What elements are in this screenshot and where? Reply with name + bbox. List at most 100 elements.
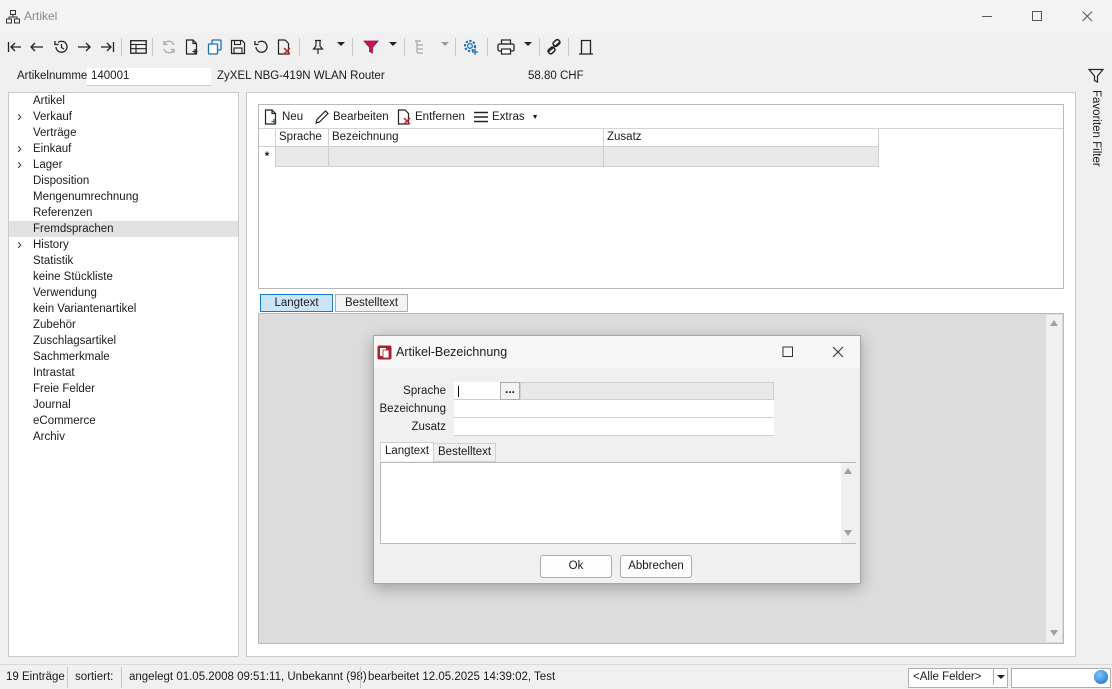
long-text-scrollbar[interactable] bbox=[1046, 315, 1062, 642]
tree-item[interactable]: eCommerce bbox=[9, 413, 238, 429]
ok-button[interactable]: Ok bbox=[540, 555, 612, 578]
tree-item[interactable]: Referenzen bbox=[9, 205, 238, 221]
scroll-down-icon[interactable] bbox=[844, 530, 852, 536]
tab-order-text[interactable]: Bestelltext bbox=[335, 294, 408, 312]
chevron-right-icon[interactable]: › bbox=[17, 237, 22, 252]
description-field[interactable] bbox=[454, 400, 774, 418]
tree-item-label: Zuschlagsartikel bbox=[33, 335, 117, 347]
column-header-language[interactable]: Sprache bbox=[276, 129, 329, 147]
tree-item[interactable]: kein Variantenartikel bbox=[9, 301, 238, 317]
tree-item[interactable]: Journal bbox=[9, 397, 238, 413]
pin-dropdown-arrow[interactable] bbox=[337, 42, 345, 46]
copy-button[interactable] bbox=[204, 36, 226, 58]
cancel-button[interactable]: Abbrechen bbox=[620, 555, 692, 578]
first-record-button[interactable] bbox=[4, 36, 26, 58]
tree-sort-dropdown-arrow[interactable] bbox=[441, 42, 449, 46]
tree-item[interactable]: › Verkauf bbox=[9, 109, 238, 125]
tree-item[interactable]: Artikel bbox=[9, 93, 238, 109]
field-select-dropdown[interactable] bbox=[993, 669, 1007, 685]
tree-item[interactable]: Statistik bbox=[9, 253, 238, 269]
chevron-right-icon[interactable]: › bbox=[17, 109, 22, 124]
tree-item[interactable]: Zubehör bbox=[9, 317, 238, 333]
dialog-maximize-button[interactable] bbox=[778, 342, 798, 362]
tree-item[interactable]: Sachmerkmale bbox=[9, 349, 238, 365]
minimize-button[interactable] bbox=[962, 0, 1012, 33]
minimize-icon bbox=[981, 16, 992, 17]
last-record-button[interactable] bbox=[96, 36, 118, 58]
dialog-tab-order-text[interactable]: Bestelltext bbox=[433, 443, 497, 462]
exit-button[interactable] bbox=[575, 36, 597, 58]
tree-item[interactable]: Disposition bbox=[9, 173, 238, 189]
tree-item-label: Mengenumrechnung bbox=[33, 191, 139, 203]
grid-edit-button[interactable]: Bearbeiten bbox=[314, 109, 389, 125]
new-document-button[interactable] bbox=[181, 36, 203, 58]
grid-new-button[interactable]: Neu bbox=[263, 109, 303, 125]
article-number-field[interactable]: 140001 bbox=[87, 68, 211, 86]
tree-sort-button[interactable] bbox=[410, 36, 432, 58]
language-lookup-button[interactable]: ... bbox=[500, 382, 520, 400]
dialog-text-scrollbar[interactable] bbox=[841, 463, 856, 543]
new-row-marker: * bbox=[259, 147, 276, 167]
history-button[interactable] bbox=[50, 36, 72, 58]
chevron-right-icon[interactable]: › bbox=[17, 157, 22, 172]
tree-item[interactable]: › History bbox=[9, 237, 238, 253]
tree-item-label: Referenzen bbox=[33, 207, 93, 219]
tree-item[interactable]: Verwendung bbox=[9, 285, 238, 301]
link-button[interactable] bbox=[543, 36, 565, 58]
supplement-field[interactable] bbox=[454, 418, 774, 436]
undo-button[interactable] bbox=[250, 36, 272, 58]
status-separator bbox=[360, 667, 361, 688]
close-window-button[interactable] bbox=[1062, 0, 1112, 33]
print-button[interactable] bbox=[495, 36, 517, 58]
dialog-close-button[interactable] bbox=[828, 342, 848, 362]
new-row-language-cell[interactable] bbox=[276, 147, 329, 167]
chevron-right-icon[interactable]: › bbox=[17, 141, 22, 156]
table-view-button[interactable] bbox=[127, 36, 149, 58]
grid-edit-label: Bearbeiten bbox=[333, 111, 389, 123]
tree-item[interactable]: Mengenumrechnung bbox=[9, 189, 238, 205]
tree-item[interactable]: keine Stückliste bbox=[9, 269, 238, 285]
grid-remove-label: Entfernen bbox=[415, 111, 465, 123]
favorites-filter-icon[interactable] bbox=[1088, 68, 1104, 84]
tree-item[interactable]: Fremdsprachen bbox=[9, 221, 238, 237]
refresh-button[interactable] bbox=[158, 36, 180, 58]
column-header-description[interactable]: Bezeichnung bbox=[329, 129, 604, 147]
dialog-tab-long-text[interactable]: Langtext bbox=[380, 442, 435, 461]
dialog-title-bar: Artikel-Bezeichnung bbox=[374, 336, 860, 368]
tree-item[interactable]: Freie Felder bbox=[9, 381, 238, 397]
scroll-down-icon[interactable] bbox=[1050, 630, 1058, 636]
tree-item[interactable]: Archiv bbox=[9, 429, 238, 445]
new-document-icon bbox=[264, 109, 277, 125]
favorites-filter-label[interactable]: Favoriten Filter bbox=[1090, 90, 1102, 167]
tree-item[interactable]: Verträge bbox=[9, 125, 238, 141]
print-dropdown-arrow[interactable] bbox=[524, 42, 532, 46]
tree-item-label: Lager bbox=[33, 159, 63, 171]
next-record-button[interactable] bbox=[73, 36, 95, 58]
tab-long-text[interactable]: Langtext bbox=[260, 294, 333, 312]
grid-new-label: Neu bbox=[282, 111, 304, 123]
tree-item[interactable]: › Einkauf bbox=[9, 141, 238, 157]
grid-extras-button[interactable]: Extras ▼ bbox=[473, 109, 539, 125]
dialog-long-text-area[interactable] bbox=[380, 462, 856, 544]
filter-button[interactable] bbox=[360, 36, 382, 58]
column-header-supplement[interactable]: Zusatz bbox=[604, 129, 879, 147]
maximize-button[interactable] bbox=[1012, 0, 1062, 33]
tree-item[interactable]: Zuschlagsartikel bbox=[9, 333, 238, 349]
new-row-description-cell[interactable] bbox=[329, 147, 604, 167]
save-button[interactable] bbox=[227, 36, 249, 58]
language-field[interactable] bbox=[454, 382, 500, 400]
pin-button[interactable] bbox=[307, 36, 329, 58]
globe-icon[interactable] bbox=[1094, 670, 1108, 684]
grid-remove-button[interactable]: Entfernen bbox=[396, 109, 465, 125]
settings-button[interactable] bbox=[460, 36, 482, 58]
settings-icon bbox=[463, 39, 478, 55]
filter-dropdown-arrow[interactable] bbox=[389, 42, 397, 46]
previous-record-button[interactable] bbox=[26, 36, 48, 58]
tree-item[interactable]: Intrastat bbox=[9, 365, 238, 381]
tree-item[interactable]: › Lager bbox=[9, 157, 238, 173]
scroll-up-icon[interactable] bbox=[844, 468, 852, 474]
delete-button[interactable] bbox=[273, 36, 295, 58]
new-row-supplement-cell[interactable] bbox=[604, 147, 879, 167]
description-label: Bezeichnung bbox=[379, 403, 447, 415]
scroll-up-icon[interactable] bbox=[1050, 320, 1058, 326]
